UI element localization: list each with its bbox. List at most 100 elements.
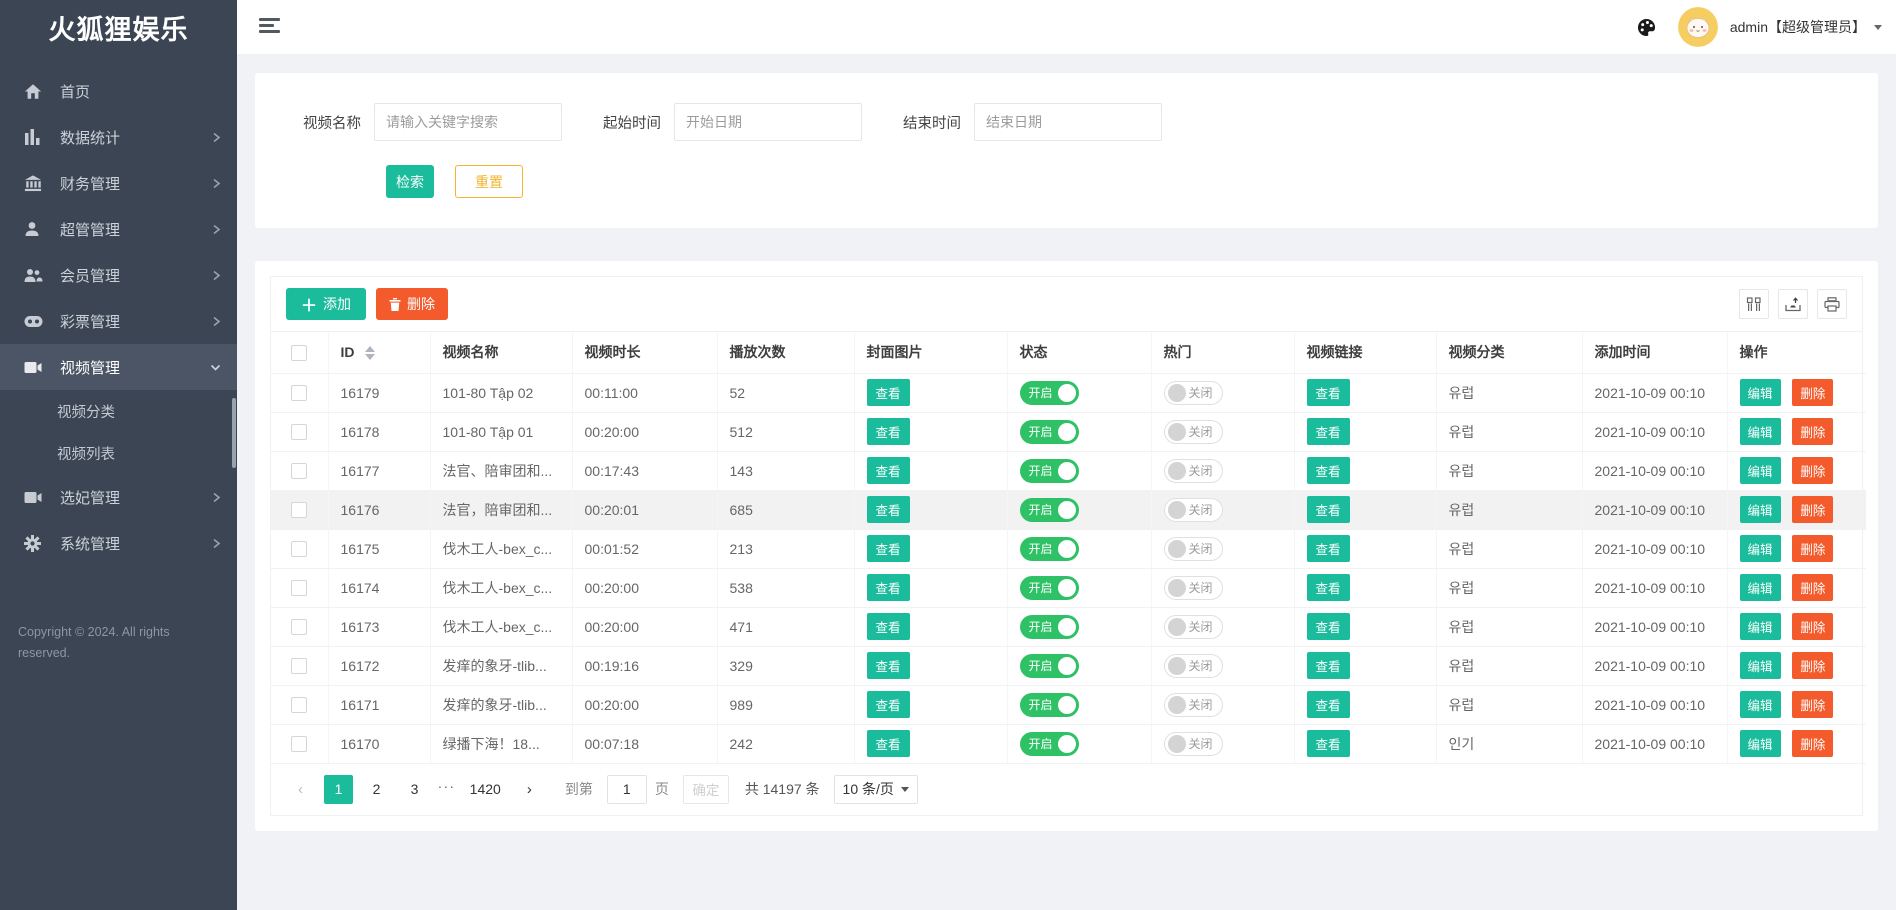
export-icon[interactable]: [1778, 289, 1808, 319]
row-checkbox[interactable]: [291, 385, 307, 401]
delete-button[interactable]: 删除: [1792, 457, 1833, 484]
link-view-button[interactable]: 查看: [1307, 613, 1350, 640]
columns-filter-icon[interactable]: [1739, 289, 1769, 319]
cover-view-button[interactable]: 查看: [867, 379, 910, 406]
prev-page-button[interactable]: ‹: [286, 775, 315, 804]
end-date-input[interactable]: [974, 103, 1162, 141]
sidebar-item-statistics[interactable]: 数据统计: [0, 114, 237, 160]
row-checkbox[interactable]: [291, 580, 307, 596]
page-button-1420[interactable]: 1420: [465, 775, 506, 804]
edit-button[interactable]: 编辑: [1740, 379, 1781, 406]
sidebar-item-video[interactable]: 视频管理: [0, 344, 237, 390]
video-name-input[interactable]: [374, 103, 562, 141]
status-toggle[interactable]: 开启: [1020, 459, 1079, 483]
edit-button[interactable]: 编辑: [1740, 535, 1781, 562]
reset-button[interactable]: 重置: [455, 165, 523, 198]
delete-button[interactable]: 删除: [1792, 730, 1833, 757]
cover-view-button[interactable]: 查看: [867, 691, 910, 718]
sort-icon[interactable]: [365, 346, 375, 360]
theme-palette-icon[interactable]: [1637, 18, 1656, 37]
edit-button[interactable]: 编辑: [1740, 418, 1781, 445]
status-toggle[interactable]: 开启: [1020, 576, 1079, 600]
hot-toggle[interactable]: 关闭: [1164, 576, 1223, 600]
row-checkbox[interactable]: [291, 697, 307, 713]
sidebar-item-video-list[interactable]: 视频列表: [0, 432, 237, 474]
hot-toggle[interactable]: 关闭: [1164, 537, 1223, 561]
row-checkbox[interactable]: [291, 658, 307, 674]
sidebar-item-finance[interactable]: 财务管理: [0, 160, 237, 206]
user-menu[interactable]: admin【超级管理员】: [1730, 17, 1882, 37]
page-button-2[interactable]: 2: [362, 775, 391, 804]
edit-button[interactable]: 编辑: [1740, 691, 1781, 718]
status-toggle[interactable]: 开启: [1020, 615, 1079, 639]
sidebar-item-video-category[interactable]: 视频分类: [0, 390, 237, 432]
delete-button[interactable]: 删除: [1792, 418, 1833, 445]
hot-toggle[interactable]: 关闭: [1164, 498, 1223, 522]
edit-button[interactable]: 编辑: [1740, 574, 1781, 601]
link-view-button[interactable]: 查看: [1307, 730, 1350, 757]
sidebar-item-superadmin[interactable]: 超管管理: [0, 206, 237, 252]
cover-view-button[interactable]: 查看: [867, 652, 910, 679]
delete-button[interactable]: 删除: [1792, 379, 1833, 406]
status-toggle[interactable]: 开启: [1020, 537, 1079, 561]
status-toggle[interactable]: 开启: [1020, 654, 1079, 678]
status-toggle[interactable]: 开启: [1020, 498, 1079, 522]
link-view-button[interactable]: 查看: [1307, 496, 1350, 523]
sidebar-item-system[interactable]: 系统管理: [0, 520, 237, 566]
delete-button[interactable]: 删除: [1792, 691, 1833, 718]
row-checkbox[interactable]: [291, 502, 307, 518]
link-view-button[interactable]: 查看: [1307, 691, 1350, 718]
select-all-checkbox[interactable]: [291, 345, 307, 361]
link-view-button[interactable]: 查看: [1307, 574, 1350, 601]
sidebar-scrollbar[interactable]: [232, 398, 236, 468]
per-page-select[interactable]: 10 条/页: [834, 775, 918, 804]
page-button-3[interactable]: 3: [400, 775, 429, 804]
delete-button[interactable]: 删除: [1792, 574, 1833, 601]
link-view-button[interactable]: 查看: [1307, 457, 1350, 484]
sidebar-item-home[interactable]: 首页: [0, 68, 237, 114]
row-checkbox[interactable]: [291, 736, 307, 752]
row-checkbox[interactable]: [291, 424, 307, 440]
hot-toggle[interactable]: 关闭: [1164, 420, 1223, 444]
link-view-button[interactable]: 查看: [1307, 535, 1350, 562]
delete-button[interactable]: 删除: [1792, 652, 1833, 679]
delete-button[interactable]: 删除: [1792, 613, 1833, 640]
sidebar-item-members[interactable]: 会员管理: [0, 252, 237, 298]
search-button[interactable]: 检索: [386, 165, 434, 198]
start-date-input[interactable]: [674, 103, 862, 141]
cover-view-button[interactable]: 查看: [867, 574, 910, 601]
delete-button[interactable]: 删除: [1792, 535, 1833, 562]
hot-toggle[interactable]: 关闭: [1164, 693, 1223, 717]
page-button-1[interactable]: 1: [324, 775, 353, 804]
edit-button[interactable]: 编辑: [1740, 613, 1781, 640]
cover-view-button[interactable]: 查看: [867, 496, 910, 523]
sidebar-item-lottery[interactable]: 彩票管理: [0, 298, 237, 344]
header-id[interactable]: ID: [328, 332, 430, 373]
status-toggle[interactable]: 开启: [1020, 732, 1079, 756]
hot-toggle[interactable]: 关闭: [1164, 654, 1223, 678]
status-toggle[interactable]: 开启: [1020, 381, 1079, 405]
goto-confirm-button[interactable]: 确定: [683, 775, 729, 804]
hot-toggle[interactable]: 关闭: [1164, 615, 1223, 639]
row-checkbox[interactable]: [291, 541, 307, 557]
edit-button[interactable]: 编辑: [1740, 496, 1781, 523]
cover-view-button[interactable]: 查看: [867, 535, 910, 562]
status-toggle[interactable]: 开启: [1020, 420, 1079, 444]
hot-toggle[interactable]: 关闭: [1164, 732, 1223, 756]
edit-button[interactable]: 编辑: [1740, 457, 1781, 484]
cover-view-button[interactable]: 查看: [867, 730, 910, 757]
link-view-button[interactable]: 查看: [1307, 652, 1350, 679]
link-view-button[interactable]: 查看: [1307, 418, 1350, 445]
edit-button[interactable]: 编辑: [1740, 652, 1781, 679]
goto-page-input[interactable]: [607, 775, 647, 804]
sidebar-item-concubine[interactable]: 选妃管理: [0, 474, 237, 520]
hot-toggle[interactable]: 关闭: [1164, 381, 1223, 405]
avatar[interactable]: [1678, 7, 1718, 47]
cover-view-button[interactable]: 查看: [867, 457, 910, 484]
print-icon[interactable]: [1817, 289, 1847, 319]
row-checkbox[interactable]: [291, 463, 307, 479]
edit-button[interactable]: 编辑: [1740, 730, 1781, 757]
hamburger-menu-icon[interactable]: [259, 18, 281, 35]
cover-view-button[interactable]: 查看: [867, 613, 910, 640]
delete-button[interactable]: 删除: [1792, 496, 1833, 523]
